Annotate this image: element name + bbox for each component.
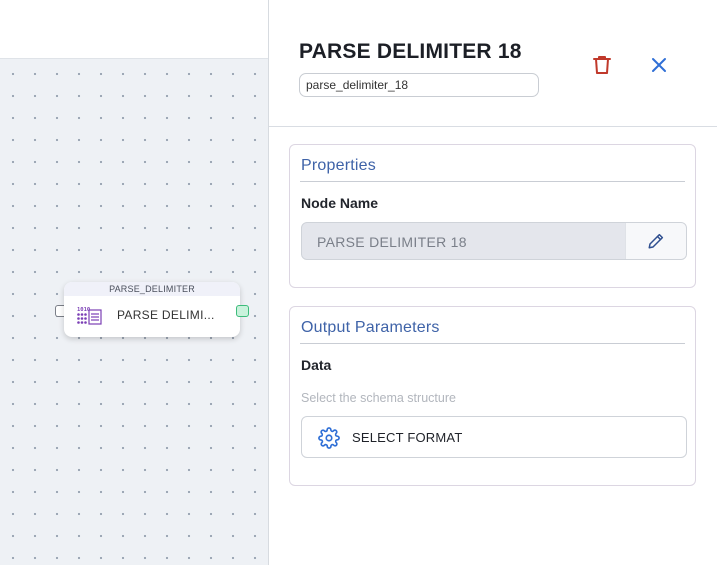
output-divider	[300, 343, 685, 344]
edit-node-name-button[interactable]	[625, 223, 686, 259]
properties-heading: Properties	[301, 157, 376, 174]
node-id-input[interactable]	[299, 73, 539, 97]
properties-divider	[300, 181, 685, 182]
data-label: Data	[301, 357, 332, 373]
panel-title: PARSE DELIMITER 18	[299, 40, 522, 63]
parse-delimiter-icon: 1010	[77, 307, 102, 325]
panel-header: PARSE DELIMITER 18	[269, 0, 717, 127]
node-label: PARSE DELIMI...	[117, 308, 215, 322]
node-output-port[interactable]	[236, 305, 249, 317]
pencil-icon	[648, 233, 664, 249]
output-heading: Output Parameters	[301, 319, 440, 336]
delete-node-button[interactable]	[590, 53, 614, 77]
output-parameters-card: Output Parameters Data Select the schema…	[289, 306, 696, 486]
svg-text:1010: 1010	[77, 307, 90, 313]
close-icon	[652, 58, 666, 72]
canvas-toolbar	[0, 0, 268, 59]
node-name-field: PARSE DELIMITER 18	[301, 222, 687, 260]
gear-icon	[318, 427, 340, 449]
trash-icon	[593, 56, 611, 74]
node-type-label: PARSE_DELIMITER	[64, 282, 240, 296]
close-panel-button[interactable]	[647, 53, 671, 77]
node-settings-panel: PARSE DELIMITER 18 Properties Node Name …	[269, 0, 717, 565]
properties-card: Properties Node Name PARSE DELIMITER 18	[289, 144, 696, 288]
flow-node-parse-delimiter[interactable]: PARSE_DELIMITER 1010 PARSE DELIMI...	[64, 282, 240, 337]
schema-hint: Select the schema structure	[301, 391, 456, 405]
select-format-button[interactable]: SELECT FORMAT	[301, 416, 687, 458]
node-name-value: PARSE DELIMITER 18	[317, 234, 467, 250]
node-name-label: Node Name	[301, 195, 379, 211]
select-format-label: SELECT FORMAT	[352, 430, 463, 445]
